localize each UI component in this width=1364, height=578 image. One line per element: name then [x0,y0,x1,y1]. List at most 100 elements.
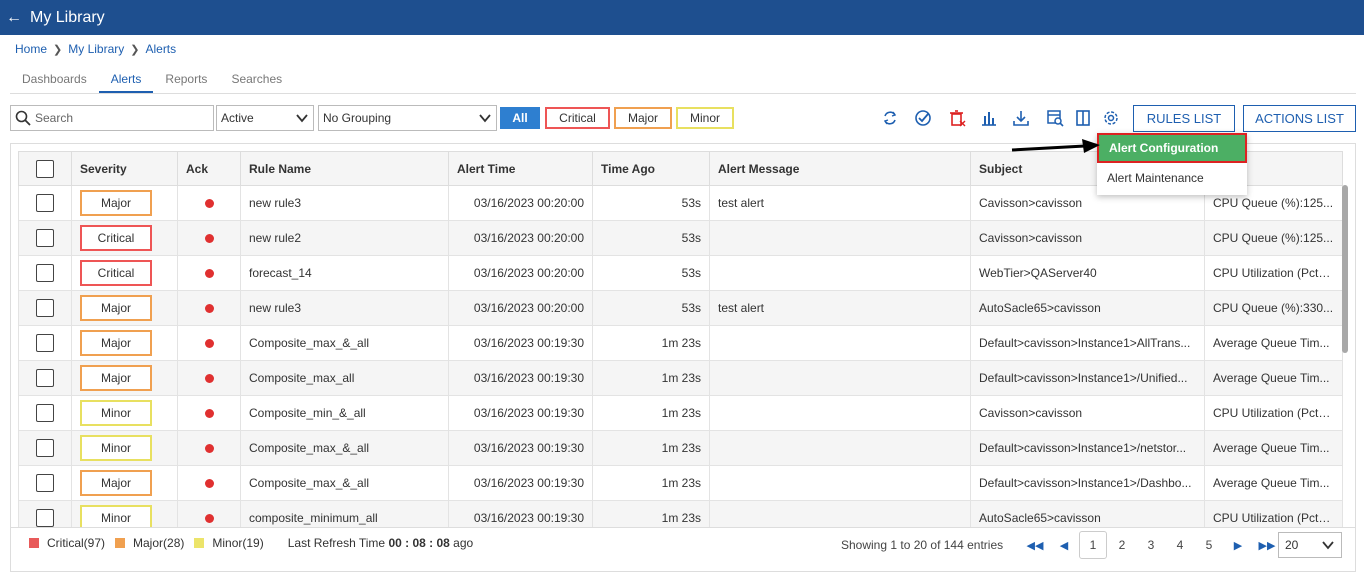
row-checkbox[interactable] [36,509,54,527]
table-row[interactable]: Minor Composite_min_&_all 03/16/2023 00:19… [18,395,1343,431]
rule-name-cell: Composite_max_&_all [240,325,449,361]
grouping-select[interactable]: No Grouping [318,105,497,131]
value-cell: CPU Utilization (Pct):... [1204,255,1343,291]
row-checkbox[interactable] [36,369,54,387]
rules-list-button[interactable]: RULES LIST [1133,105,1235,132]
alert-time-cell: 03/16/2023 00:20:00 [448,290,593,326]
severity-badge: Minor [80,435,152,461]
filter-critical-button[interactable]: Critical [545,107,610,129]
ack-status-icon [204,408,214,418]
select-all-checkbox[interactable] [36,159,54,178]
tab-reports[interactable]: Reports [153,64,219,93]
col-severity[interactable]: Severity [71,151,178,186]
acknowledge-icon[interactable] [914,109,932,127]
search-input[interactable] [35,111,205,125]
legend-label: Minor(19) [212,536,264,550]
time-ago-cell: 1m 23s [592,465,710,501]
severity-badge: Major [80,330,152,356]
value-cell: Average Queue Tim... [1204,325,1343,361]
row-checkbox[interactable] [36,229,54,247]
subject-cell: Cavisson>cavisson [970,395,1205,431]
settings-icon[interactable] [1102,109,1120,127]
time-ago-cell: 53s [592,255,710,291]
tab-dashboards[interactable]: Dashboards [10,64,99,93]
breadcrumb-alerts[interactable]: Alerts [145,42,176,56]
arrow-left-icon[interactable]: ← [6,9,22,27]
chevron-down-icon [479,114,491,123]
page-5[interactable]: 5 [1195,531,1223,559]
severity-badge: Critical [80,225,152,251]
alert-message-cell: test alert [709,290,971,326]
row-checkbox[interactable] [36,264,54,282]
table-row[interactable]: Critical forecast_14 03/16/2023 00:20:00 53… [18,255,1343,291]
page-size-select[interactable]: 20 [1278,532,1342,558]
tab-searches[interactable]: Searches [219,64,294,93]
alert-time-cell: 03/16/2023 00:20:00 [448,185,593,221]
toolbar: Active No Grouping All Critical Major Mi… [10,105,1356,132]
col-alert-time[interactable]: Alert Time [448,151,593,186]
pointer-arrow-icon [1011,139,1100,153]
chart-icon[interactable] [980,109,998,127]
rule-name-cell: new rule3 [240,290,449,326]
menu-item-alert-configuration[interactable]: Alert Configuration [1097,133,1247,163]
row-checkbox[interactable] [36,194,54,212]
vertical-scrollbar[interactable] [1342,185,1348,353]
breadcrumb-home[interactable]: Home [15,42,47,56]
row-checkbox[interactable] [36,299,54,317]
table-row[interactable]: Critical new rule2 03/16/2023 00:20:00 53s C… [18,220,1343,256]
value-cell: CPU Queue (%):125... [1204,220,1343,256]
row-checkbox[interactable] [36,334,54,352]
alert-message-cell [709,325,971,361]
table-row[interactable]: Major Composite_max_&_all 03/16/2023 00:19… [18,325,1343,361]
col-ack[interactable]: Ack [177,151,241,186]
status-select[interactable]: Active [216,105,314,131]
table-row[interactable]: Major Composite_max_all 03/16/2023 00:19:3… [18,360,1343,396]
columns-icon[interactable] [1074,109,1092,127]
alert-time-cell: 03/16/2023 00:19:30 [448,325,593,361]
col-alert-message[interactable]: Alert Message [709,151,971,186]
last-refresh-time: Last Refresh Time 00 : 08 : 08 ago [288,536,473,550]
refresh-icon[interactable] [881,109,899,127]
settings-menu: Alert Configuration Alert Maintenance [1097,133,1247,195]
page-4[interactable]: 4 [1166,531,1194,559]
page-1[interactable]: 1 [1079,531,1107,559]
table-row[interactable]: Major Composite_max_&_all 03/16/2023 00:19… [18,465,1343,501]
col-rule-name[interactable]: Rule Name [240,151,449,186]
page-3[interactable]: 3 [1137,531,1165,559]
download-icon[interactable] [1012,109,1030,127]
filter-all-button[interactable]: All [500,107,540,129]
filter-minor-button[interactable]: Minor [676,107,734,129]
row-checkbox[interactable] [36,439,54,457]
next-page-icon[interactable]: ▶ [1224,531,1252,559]
breadcrumb: Home ❯ My Library ❯ Alerts [15,42,176,56]
pagination: ◀◀ ◀ 1 2 3 4 5 ▶ ▶▶ [1021,531,1282,559]
filter-major-button[interactable]: Major [614,107,672,129]
grid-footer: Critical(97) Major(28) Minor(19) Last Re… [11,527,1355,571]
col-time-ago[interactable]: Time Ago [592,151,710,186]
row-checkbox[interactable] [36,474,54,492]
menu-item-alert-maintenance[interactable]: Alert Maintenance [1097,163,1247,193]
alerts-table: Severity Ack Rule Name Alert Time Time A… [18,151,1343,536]
value-cell: Average Queue Tim... [1204,360,1343,396]
table-row[interactable]: Minor Composite_max_&_all 03/16/2023 00:19… [18,430,1343,466]
delete-icon[interactable] [948,109,966,127]
alert-time-cell: 03/16/2023 00:19:30 [448,395,593,431]
breadcrumb-my-library[interactable]: My Library [68,42,124,56]
ack-status-icon [204,233,214,243]
page-size-value: 20 [1285,538,1299,552]
page-2[interactable]: 2 [1108,531,1136,559]
time-ago-cell: 53s [592,220,710,256]
prev-page-icon[interactable]: ◀ [1050,531,1078,559]
first-page-icon[interactable]: ◀◀ [1021,531,1049,559]
subject-cell: WebTier>QAServer40 [970,255,1205,291]
chevron-down-icon [1322,541,1334,550]
view-details-icon[interactable] [1046,109,1064,127]
table-row[interactable]: Major new rule3 03/16/2023 00:20:00 53s test… [18,290,1343,326]
ack-status-icon [204,373,214,383]
tab-alerts[interactable]: Alerts [98,64,154,93]
last-page-icon[interactable]: ▶▶ [1253,531,1281,559]
actions-list-button[interactable]: ACTIONS LIST [1243,105,1356,132]
legend-swatch [29,538,39,548]
row-checkbox[interactable] [36,404,54,422]
refresh-suffix: ago [453,536,474,550]
